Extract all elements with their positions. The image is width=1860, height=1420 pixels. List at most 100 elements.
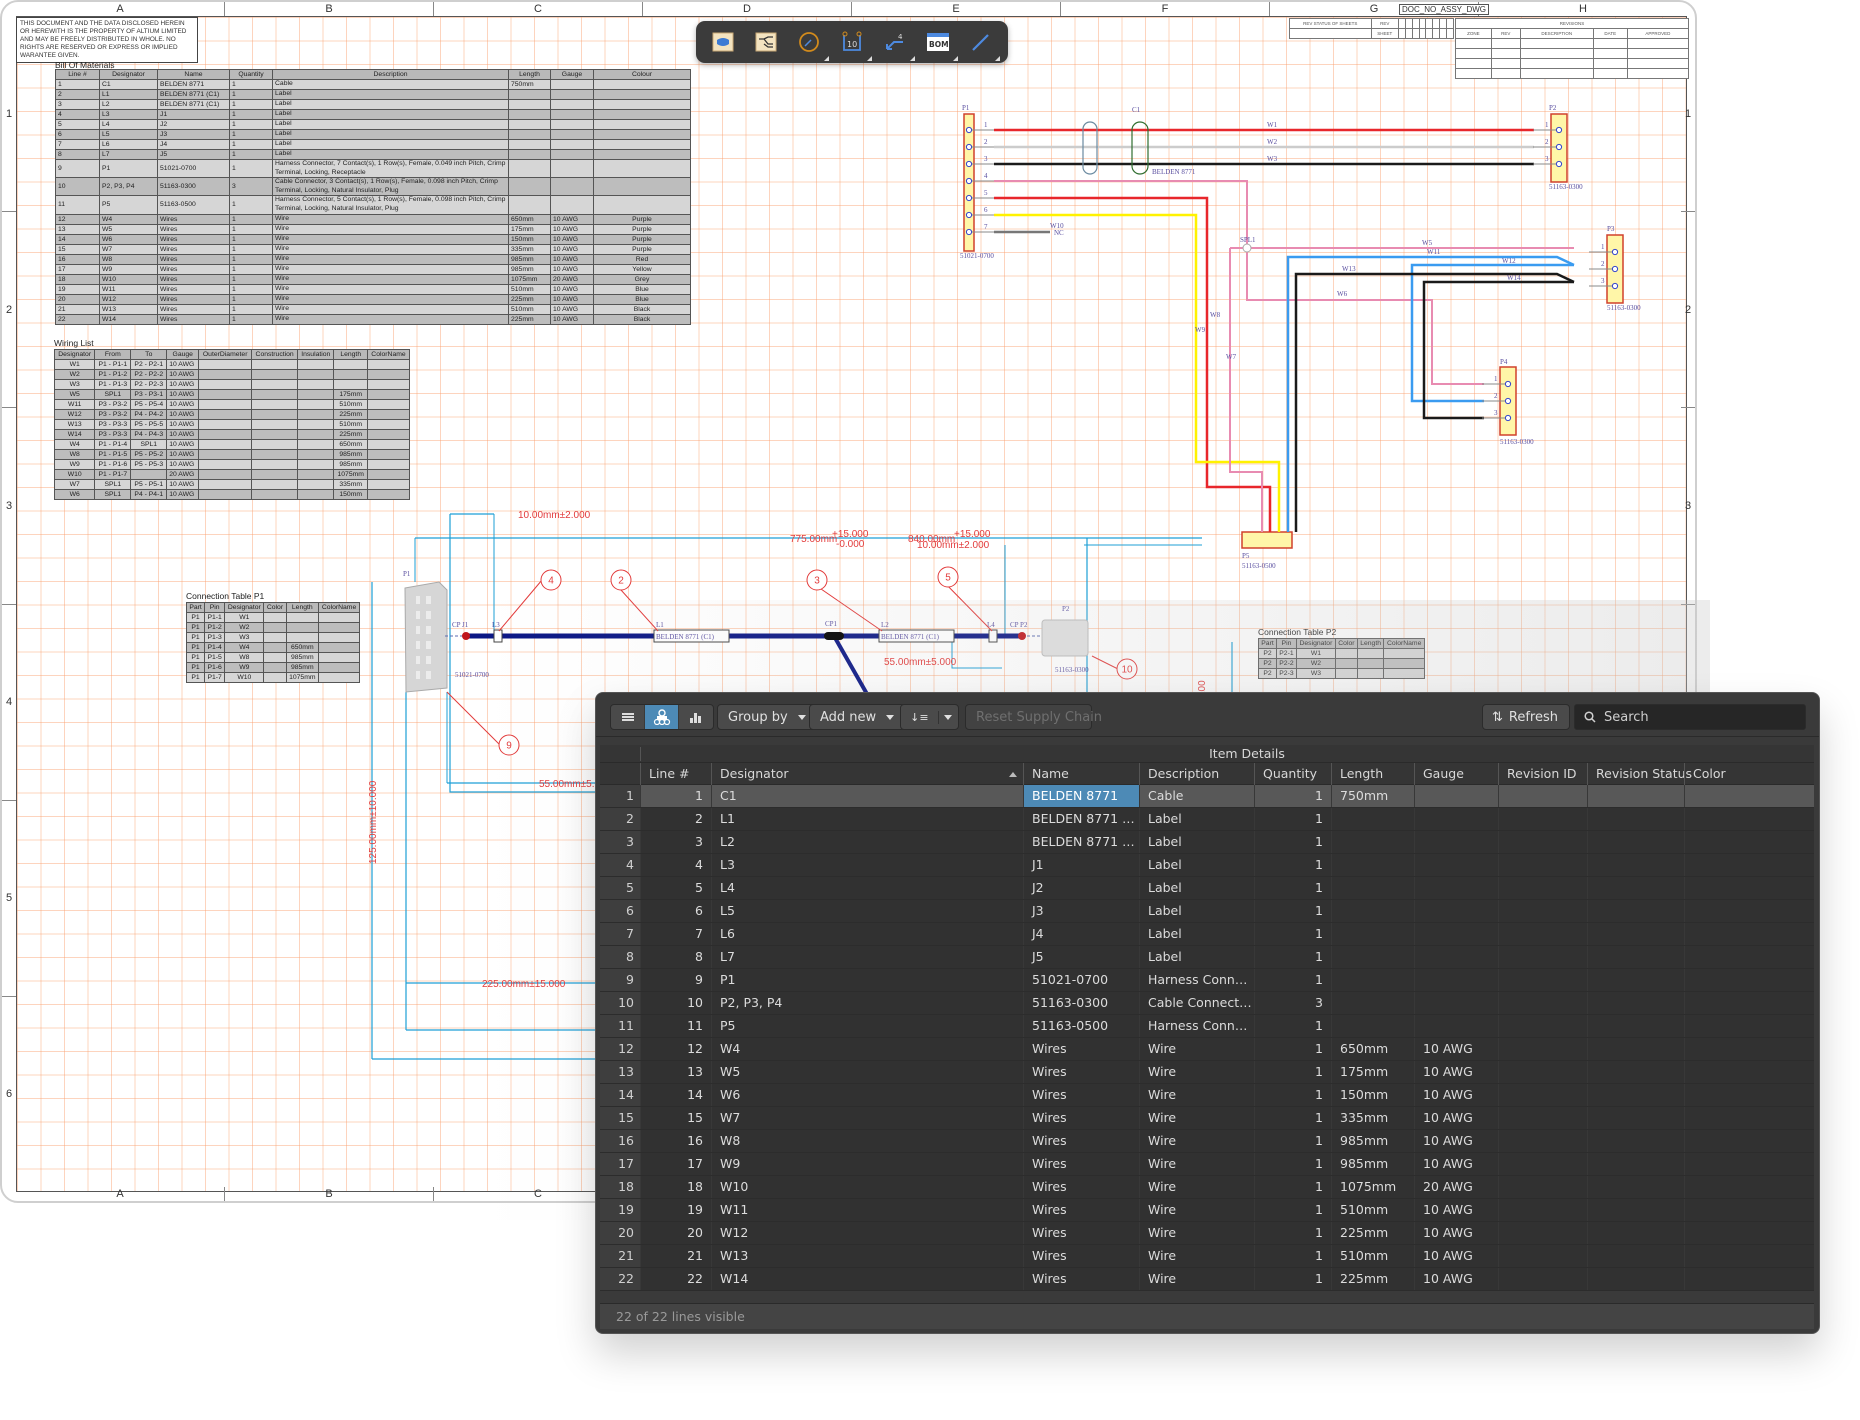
table-row[interactable]: 7 7 L6 J4 Label 1 <box>600 923 1814 946</box>
table-cell: W12 <box>711 1222 1023 1244</box>
table-row[interactable]: 21 21 W13 Wires Wire 1 510mm 10 AWG <box>600 1245 1814 1268</box>
table-row[interactable]: 5 5 L4 J2 Label 1 <box>600 877 1814 900</box>
column-header[interactable]: Color <box>1684 763 1814 785</box>
table-row[interactable]: 18 18 W10 Wires Wire 1 1075mm 20 AWG <box>600 1176 1814 1199</box>
table-cell <box>1684 1245 1814 1267</box>
table-row[interactable]: 3 3 L2 BELDEN 8771 (C1) Label 1 <box>600 831 1814 854</box>
column-header[interactable]: Description <box>1139 763 1254 785</box>
table-cell: 650mm <box>508 213 551 225</box>
table-row[interactable]: 1010P2, P3, P451163-0300Cable Connector,… <box>600 992 1814 1015</box>
zone-label: 1 <box>5 107 13 120</box>
column-header[interactable]: Gauge <box>1414 763 1498 785</box>
bom-table-button[interactable]: BOM <box>922 27 958 61</box>
table-cell <box>1498 1084 1587 1106</box>
sort-button[interactable]: ↓≡ <box>901 710 939 724</box>
table-row[interactable]: 2 2 L1 BELDEN 8771 (C1) Label 1 <box>600 808 1814 831</box>
table-row[interactable]: 15 15 W7 Wires Wire 1 335mm 10 AWG <box>600 1107 1814 1130</box>
group-by-dropdown[interactable]: Group by <box>717 704 817 730</box>
table-row[interactable]: 22 22 W14 Wires Wire 1 225mm 10 AWG <box>600 1268 1814 1291</box>
table-row[interactable]: 12 12 W4 Wires Wire 1 650mm 10 AWG <box>600 1038 1814 1061</box>
column-header[interactable]: Designator <box>711 763 1023 785</box>
table-row[interactable]: 17 17 W9 Wires Wire 1 985mm 10 AWG <box>600 1153 1814 1176</box>
table-header-cell: Designator <box>53 349 96 360</box>
column-header[interactable]: Length <box>1331 763 1414 785</box>
table-cell <box>1498 808 1587 830</box>
table-row[interactable]: 99P151021-0700Harness Connecto...1 <box>600 969 1814 992</box>
table-cell: 20 <box>55 293 100 305</box>
connector-view-button[interactable]: 10 <box>836 27 872 61</box>
table-cell <box>1587 1176 1684 1198</box>
table-cell: 650mm <box>333 439 368 450</box>
table-cell: J3 <box>157 129 230 140</box>
row-number: 3 <box>600 831 640 853</box>
line-tool-button[interactable] <box>964 27 1001 61</box>
table-cell: 12 <box>55 213 100 225</box>
table-cell <box>1684 946 1814 968</box>
reset-supply-chain-button[interactable]: Reset Supply Chain <box>965 704 1102 730</box>
table-cell: 9 <box>55 158 100 179</box>
column-header[interactable]: Revision Status <box>1587 763 1692 785</box>
table-cell: L3 <box>711 854 1023 876</box>
table-cell: Label <box>1139 900 1254 922</box>
table-cell: P1-4 <box>204 642 226 653</box>
table-cell <box>1684 1153 1814 1175</box>
table-cell <box>366 469 411 480</box>
table-cell: W4 <box>711 1038 1023 1060</box>
table-cell <box>297 379 335 390</box>
table-header-cell: ColorName <box>1383 638 1425 649</box>
table-cell <box>263 652 287 663</box>
table-row[interactable]: 14 14 W6 Wires Wire 1 150mm 10 AWG <box>600 1084 1814 1107</box>
table-row[interactable]: 1 1 C1 BELDEN 8771 Cable 1 750mm <box>600 785 1814 808</box>
column-header[interactable]: Quantity <box>1254 763 1331 785</box>
items-table: 1 1 C1 BELDEN 8771 Cable 1 750mm 2 2 L1 BELDEN 877… <box>600 785 1814 1291</box>
bend-radius-button[interactable] <box>793 27 830 61</box>
column-header-label: Quantity <box>1263 766 1318 781</box>
table-cell: 10 AWG <box>1414 1061 1498 1083</box>
table-cell <box>297 369 335 380</box>
search-input[interactable] <box>1604 709 1794 725</box>
table-cell: 10 AWG <box>1414 1038 1498 1060</box>
chart-view-button[interactable] <box>679 705 713 729</box>
table-cell: P5 - P5-4 <box>130 399 168 410</box>
table-row[interactable]: 19 19 W11 Wires Wire 1 510mm 10 AWG <box>600 1199 1814 1222</box>
table-cell <box>297 469 335 480</box>
harness-layout-button[interactable] <box>707 27 739 57</box>
table-header-cell: Pin <box>1275 638 1297 649</box>
table-cell: W7 <box>53 479 96 490</box>
table-cell: P4 - P4-1 <box>130 489 168 500</box>
table-row[interactable]: 16 16 W8 Wires Wire 1 985mm 10 AWG <box>600 1130 1814 1153</box>
table-cell: SPL1 <box>94 489 132 500</box>
table-cell: 51163-0500 <box>157 195 230 215</box>
sort-menu-button[interactable] <box>939 714 958 720</box>
table-cell: P3 - P3-1 <box>130 389 168 400</box>
table-row[interactable]: 6 6 L5 J3 Label 1 <box>600 900 1814 923</box>
column-header[interactable]: Revision ID <box>1498 763 1587 785</box>
callout-button[interactable]: 4 <box>879 27 915 61</box>
chevron-down-icon <box>797 714 806 720</box>
table-row[interactable]: 13 13 W5 Wires Wire 1 175mm 10 AWG <box>600 1061 1814 1084</box>
table-row[interactable]: 4 4 L3 J1 Label 1 <box>600 854 1814 877</box>
supply-chain-view-button[interactable] <box>645 705 679 729</box>
table-cell: L4 <box>711 877 1023 899</box>
column-header[interactable]: Name <box>1023 763 1139 785</box>
wiring-diagram-button[interactable] <box>750 27 782 57</box>
table-cell: P4 - P4-2 <box>130 409 168 420</box>
add-new-dropdown[interactable]: Add new <box>809 704 906 730</box>
flat-view-button[interactable] <box>611 705 645 729</box>
column-header[interactable]: Line # <box>640 763 711 785</box>
table-cell: P4 - P4-3 <box>130 429 168 440</box>
table-cell: 21 <box>640 1245 711 1267</box>
table-cell: Wires <box>157 233 230 245</box>
table-cell: 20 AWG <box>166 469 200 480</box>
table-row[interactable]: 20 20 W12 Wires Wire 1 225mm 10 AWG <box>600 1222 1814 1245</box>
table-cell: W10 <box>53 469 96 480</box>
table-cell: 10 AWG <box>550 303 594 315</box>
table-row[interactable]: 8 8 L7 J5 Label 1 <box>600 946 1814 969</box>
table-header-cell: Description <box>272 69 509 80</box>
table-cell <box>1498 1015 1587 1037</box>
table-cell <box>251 369 299 380</box>
table-cell <box>1684 923 1814 945</box>
refresh-button[interactable]: ⇅ Refresh <box>1482 704 1570 730</box>
table-row[interactable]: 1111P551163-0500Harness Connecto...1 <box>600 1015 1814 1038</box>
table-cell: P1 <box>185 642 206 653</box>
